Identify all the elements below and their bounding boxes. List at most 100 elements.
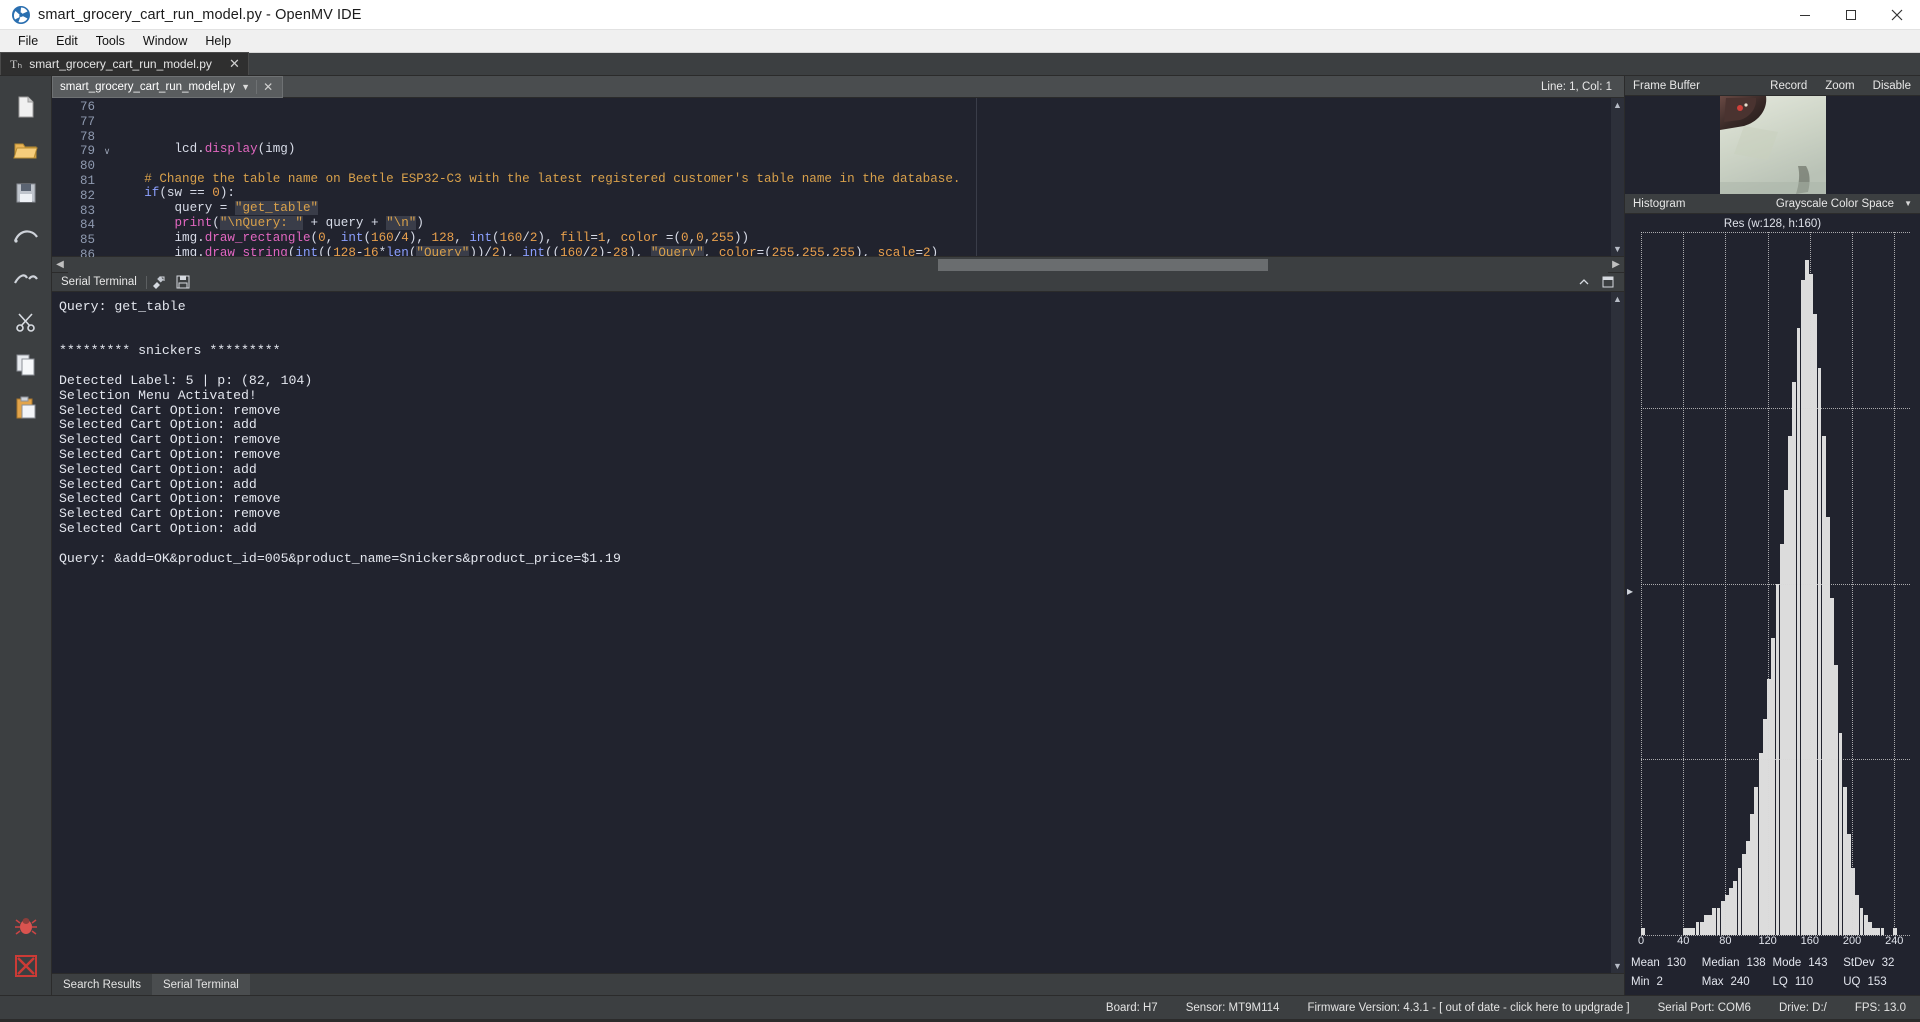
menu-tools[interactable]: Tools (87, 32, 134, 51)
gridline-horizontal (1641, 759, 1910, 761)
hscroll-thumb[interactable] (938, 258, 1268, 271)
stat-label: UQ (1843, 975, 1861, 988)
scroll-up-icon[interactable]: ▲ (1613, 294, 1622, 304)
menu-file[interactable]: File (9, 32, 47, 51)
code-line: # Change the table name on Beetle ESP32-… (144, 171, 961, 186)
stat-min: Min 2 (1631, 976, 1702, 988)
code-line: if(sw == 0): (144, 186, 235, 201)
terminal-output[interactable]: Query: get_table ********* snickers ****… (52, 292, 1611, 973)
open-file-icon[interactable] (9, 135, 43, 165)
clear-terminal-icon[interactable] (147, 275, 171, 289)
stat-value: 32 (1881, 956, 1895, 969)
stat-mode: Mode 143 (1773, 957, 1844, 969)
x-tick-label: 200 (1842, 935, 1862, 947)
fold-toggle-icon[interactable]: ∨ (100, 144, 114, 159)
scroll-up-icon[interactable]: ▲ (1613, 100, 1622, 110)
line-number: 81 (79, 173, 95, 188)
zoom-button[interactable]: Zoom (1816, 80, 1863, 92)
collapse-panel-icon[interactable] (1572, 276, 1596, 288)
stat-label: Mode (1772, 956, 1802, 969)
close-button[interactable] (1874, 0, 1920, 30)
bug-icon[interactable] (9, 911, 43, 941)
line-number: 83 (79, 203, 95, 218)
tab-search-results[interactable]: Search Results (52, 974, 152, 995)
scroll-down-icon[interactable]: ▼ (1613, 961, 1622, 971)
document-tab-close-icon[interactable]: ✕ (229, 56, 240, 72)
frame-buffer-view[interactable] (1625, 96, 1920, 194)
chevron-down-icon[interactable]: ▼ (1894, 199, 1920, 208)
line-number: 76 (79, 100, 95, 114)
code-line: lcd.display(img) (174, 142, 296, 156)
stat-label: Mean (1631, 956, 1660, 969)
menu-window[interactable]: Window (134, 32, 196, 51)
connect-icon[interactable] (9, 221, 43, 251)
new-file-icon[interactable] (9, 92, 43, 122)
stat-label: Max (1701, 975, 1724, 988)
hscroll-track[interactable] (68, 256, 1608, 273)
disconnect-icon[interactable] (9, 264, 43, 294)
histogram-plot-area: ▸ (1625, 232, 1920, 936)
serial-terminal-body: Query: get_table ********* snickers ****… (52, 292, 1624, 973)
scroll-down-icon[interactable]: ▼ (1613, 244, 1622, 254)
stat-lq: LQ 110 (1773, 976, 1844, 988)
chevron-down-icon[interactable]: ▼ (235, 82, 256, 92)
tab-serial-terminal[interactable]: Serial Terminal (151, 974, 250, 995)
maximize-button[interactable] (1828, 0, 1874, 30)
status-sensor: Sensor: MT9M114 (1185, 1001, 1280, 1014)
code-line: query = "get_table" (114, 201, 319, 216)
editor-file-name: smart_grocery_cart_run_model.py (60, 80, 236, 93)
minimize-button[interactable] (1782, 0, 1828, 30)
stats-row-2: Min 2 Max 240 LQ 110 UQ 153 (1631, 972, 1914, 991)
hscroll-right-icon[interactable]: ▶ (1608, 259, 1624, 270)
resolution-label: Res (w:128, h:160) (1625, 214, 1920, 232)
line-number-gutter: 76 77 78 79 80 81 82 83 84 85 86 (52, 98, 100, 262)
code-editor[interactable]: 76 77 78 79 80 81 82 83 84 85 86 ∨ lcd.display(img… (52, 98, 1624, 262)
record-button[interactable]: Record (1761, 80, 1816, 92)
status-firmware[interactable]: Firmware Version: 4.3.1 - [ out of date … (1293, 1002, 1643, 1014)
stat-value: 138 (1746, 956, 1766, 969)
code-line: img.draw_rectangle(0, int(160/4), 128, i… (114, 230, 750, 245)
editor-file-close-icon[interactable]: ✕ (256, 79, 279, 94)
popout-panel-icon[interactable] (1596, 276, 1620, 288)
scissors-icon[interactable] (9, 307, 43, 337)
menu-help[interactable]: Help (196, 32, 240, 51)
code-line: img.draw_string(int((128-16*len("Query")… (114, 245, 1611, 256)
stop-icon[interactable] (9, 951, 43, 981)
line-number: 79 (79, 144, 95, 159)
stat-value: 2 (1656, 975, 1663, 988)
x-tick-label: 240 (1885, 935, 1904, 947)
serial-terminal-label: Serial Terminal (61, 276, 137, 288)
frame-buffer-header: Frame Buffer Record Zoom Disable (1625, 76, 1920, 96)
save-file-icon[interactable] (9, 178, 43, 208)
tool-rail (0, 76, 52, 995)
editor-file-chip[interactable]: smart_grocery_cart_run_model.py ▼ ✕ (52, 75, 284, 98)
save-terminal-icon[interactable] (171, 275, 195, 289)
line-number: 77 (79, 114, 95, 129)
code-line: print("\nQuery: " + query + "\n") (174, 215, 424, 230)
code-horizontal-scrollbar[interactable]: ◀ ▶ (52, 256, 1624, 273)
status-board: Board: H7 (1105, 1001, 1158, 1014)
fold-gutter[interactable]: ∨ (100, 98, 114, 256)
document-tab[interactable]: Tₕ smart_grocery_cart_run_model.py ✕ (0, 52, 249, 75)
frame-buffer-image (1719, 96, 1826, 194)
stat-label: LQ (1772, 975, 1788, 988)
disable-button[interactable]: Disable (1864, 80, 1920, 92)
minimize-icon (1800, 14, 1810, 16)
code-vertical-scrollbar[interactable]: ▲ ▼ (1611, 98, 1624, 256)
menu-bar: File Edit Tools Window Help (0, 30, 1920, 53)
right-panel: Frame Buffer Record Zoom Disable Histogr… (1624, 76, 1920, 995)
menu-edit[interactable]: Edit (47, 32, 87, 51)
serial-terminal-header: Serial Terminal (52, 272, 1624, 292)
openmv-ide-window: smart_grocery_cart_run_model.py - OpenMV… (0, 0, 1920, 1022)
code-content[interactable]: lcd.display(img) # Change the table name… (114, 98, 1611, 256)
paste-icon[interactable] (9, 393, 43, 423)
color-space-label[interactable]: Grayscale Color Space (1776, 198, 1894, 210)
terminal-vertical-scrollbar[interactable]: ▲ ▼ (1611, 292, 1624, 973)
copy-icon[interactable] (9, 350, 43, 380)
